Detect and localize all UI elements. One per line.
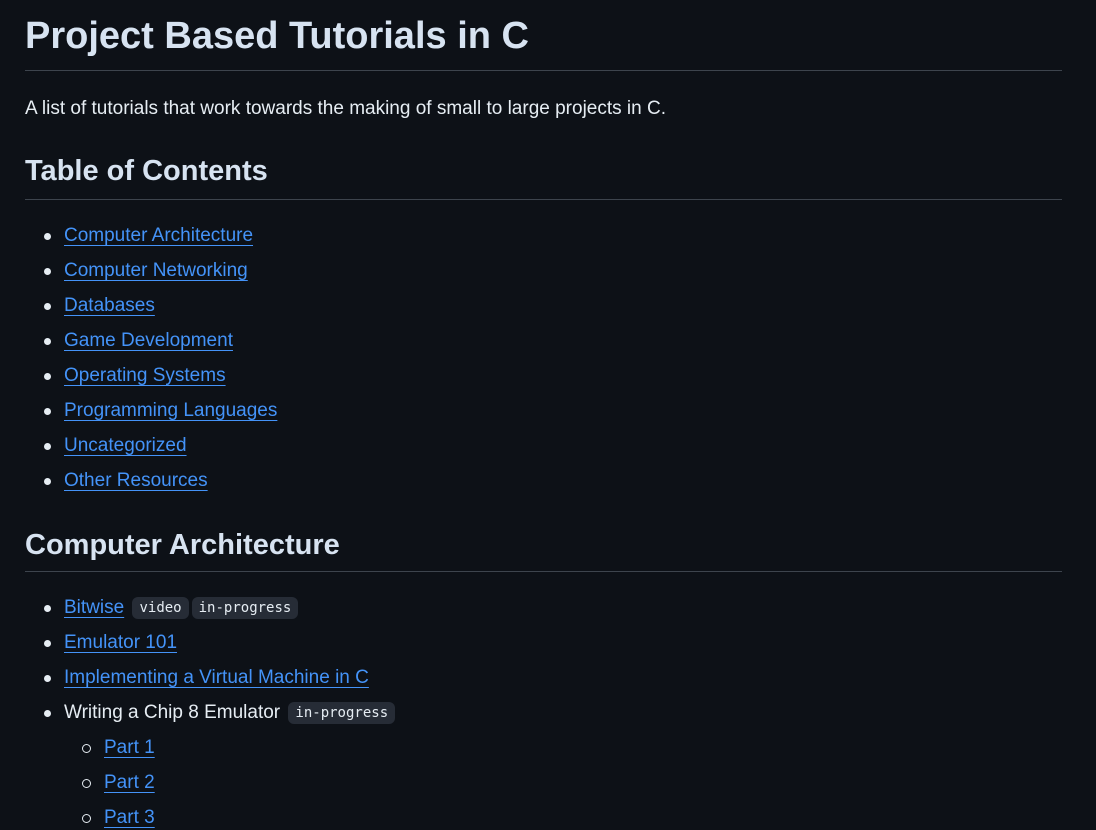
list-item: Implementing a Virtual Machine in C [25, 664, 395, 699]
toc-link-databases[interactable]: Databases [64, 295, 155, 316]
bullet-icon [44, 303, 51, 310]
tutorial-link-bitwise[interactable]: Bitwise [64, 597, 124, 618]
toc-link-operating-systems[interactable]: Operating Systems [64, 365, 226, 386]
bullet-icon [44, 675, 51, 682]
tutorial-title-chip8: Writing a Chip 8 Emulator [64, 702, 281, 723]
bullet-icon [44, 373, 51, 380]
list-item: Game Development [25, 327, 277, 362]
sub-list-item: Part 2 [25, 769, 395, 804]
toc-list: Computer Architecture Computer Networkin… [25, 222, 277, 502]
list-item: Computer Architecture [25, 222, 277, 257]
list-item: Bitwise video in-progress [25, 594, 395, 629]
hollow-bullet-icon [82, 744, 91, 753]
section-heading-computer-architecture: Computer Architecture [25, 527, 1062, 572]
toc-link-computer-networking[interactable]: Computer Networking [64, 260, 248, 281]
tag-video: video [132, 597, 189, 619]
hollow-bullet-icon [82, 779, 91, 788]
toc-link-other-resources[interactable]: Other Resources [64, 470, 208, 491]
tutorial-link-emulator-101[interactable]: Emulator 101 [64, 632, 177, 653]
tutorial-link-chip8-part-1[interactable]: Part 1 [104, 737, 155, 758]
computer-architecture-list: Bitwise video in-progress Emulator 101 Im… [25, 594, 396, 830]
list-item: Databases [25, 292, 277, 327]
bullet-icon [44, 640, 51, 647]
bullet-icon [44, 605, 51, 612]
tutorial-link-virtual-machine[interactable]: Implementing a Virtual Machine in C [64, 667, 369, 688]
tutorial-link-chip8-part-2[interactable]: Part 2 [104, 772, 155, 793]
bullet-icon [44, 408, 51, 415]
readme-content: Project Based Tutorials in C A list of t… [25, 0, 1062, 828]
list-item: Programming Languages [25, 397, 277, 432]
toc-link-game-development[interactable]: Game Development [64, 330, 233, 351]
list-item: Emulator 101 [25, 629, 395, 664]
tag-in-progress: in-progress [191, 597, 299, 619]
hollow-bullet-icon [82, 814, 91, 823]
list-item: Other Resources [25, 467, 277, 502]
list-item: Computer Networking [25, 257, 277, 292]
bullet-icon [44, 443, 51, 450]
intro-text: A list of tutorials that work towards th… [25, 98, 666, 119]
page-title: Project Based Tutorials in C [25, 0, 1062, 71]
toc-link-programming-languages[interactable]: Programming Languages [64, 400, 277, 421]
toc-heading: Table of Contents [25, 153, 1062, 200]
bullet-icon [44, 710, 51, 717]
toc-link-computer-architecture[interactable]: Computer Architecture [64, 225, 253, 246]
list-item: Operating Systems [25, 362, 277, 397]
list-item: Uncategorized [25, 432, 277, 467]
bullet-icon [44, 268, 51, 275]
bullet-icon [44, 233, 51, 240]
tutorial-link-chip8-part-3[interactable]: Part 3 [104, 807, 155, 828]
sub-list-item: Part 1 [25, 734, 395, 769]
toc-link-uncategorized[interactable]: Uncategorized [64, 435, 187, 456]
bullet-icon [44, 338, 51, 345]
tag-in-progress: in-progress [288, 702, 396, 724]
list-item: Writing a Chip 8 Emulator in-progress [25, 699, 396, 734]
sub-list-item: Part 3 [25, 804, 395, 830]
bullet-icon [44, 478, 51, 485]
